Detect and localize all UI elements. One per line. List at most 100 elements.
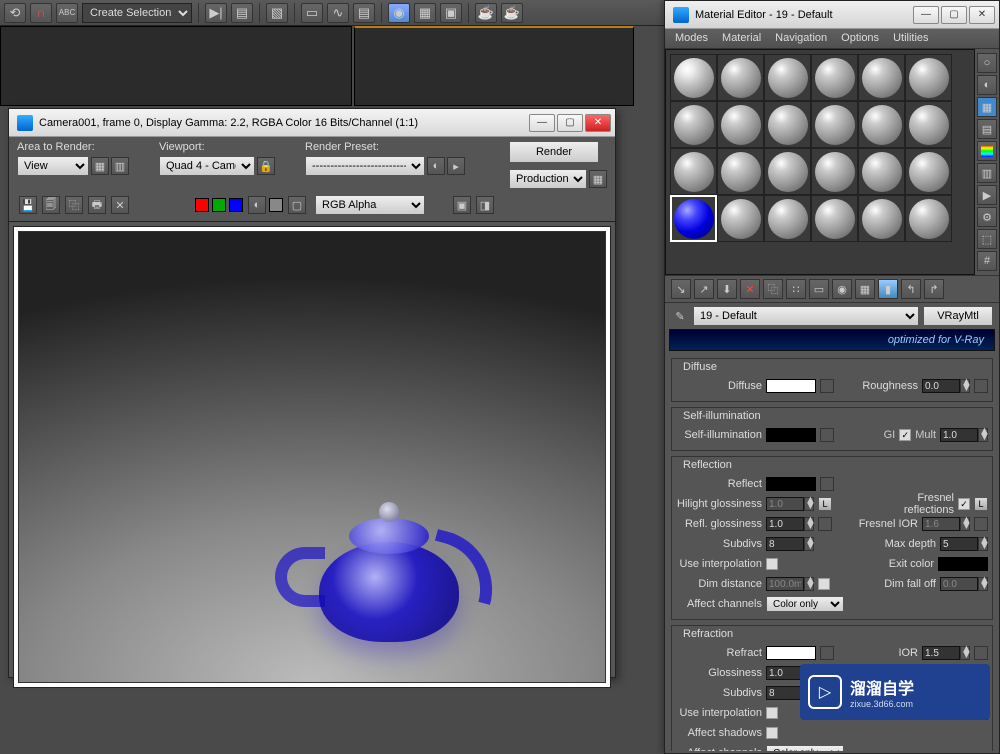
teapot-icon[interactable]: ☕ [501,3,523,23]
options-icon[interactable]: ⚙ [977,207,997,227]
material-type-button[interactable]: VRayMtl [923,306,993,326]
fresnelior-map-btn[interactable] [974,517,988,531]
close-button[interactable]: ✕ [585,114,611,132]
refl-affect-dropdown[interactable]: Color only [766,596,844,612]
swatch-selected[interactable] [670,195,717,242]
maximize-button[interactable]: ▢ [557,114,583,132]
preset-dropdown[interactable]: ----------------------------- [305,156,425,176]
swatch[interactable] [764,195,811,242]
reset-icon[interactable]: ✕ [740,279,760,299]
refr-interp-checkbox[interactable] [766,707,778,719]
viewport-top-right[interactable] [354,26,634,106]
delete-icon[interactable]: ✕ [111,196,129,214]
print-icon[interactable]: 🖶 [88,196,106,214]
refract-map-btn[interactable] [820,646,834,660]
layers-icon[interactable]: ▧ [266,3,288,23]
roughness-map-btn[interactable] [974,379,988,393]
selection-set-dropdown[interactable]: Create Selection Set [82,3,192,23]
maximize-button[interactable]: ▢ [941,6,967,24]
mult-spinner[interactable]: ▲▼ [940,428,988,442]
refr-affect-dropdown[interactable]: Color only [766,745,844,751]
fresnelior-spinner[interactable]: ▲▼ [922,517,970,531]
swatch[interactable] [764,148,811,195]
menu-modes[interactable]: Modes [675,32,708,45]
graph-icon[interactable]: ∿ [327,3,349,23]
rgloss-spinner[interactable]: ▲▼ [766,517,814,531]
channel-dropdown[interactable]: RGB Alpha [315,195,425,215]
viewport-dropdown[interactable]: Quad 4 - Camera0 [159,156,255,176]
select-by-mat-icon[interactable]: ⬚ [977,229,997,249]
save-icon[interactable]: 💾 [19,196,37,214]
video-check-icon[interactable]: ▥ [977,163,997,183]
swatch[interactable] [858,101,905,148]
curve-editor-icon[interactable]: ▭ [301,3,323,23]
affect-shadows-checkbox[interactable] [766,727,778,739]
mono-channel[interactable] [269,198,283,212]
mat-id-icon[interactable]: # [977,251,997,271]
diffuse-map-btn[interactable] [820,379,834,393]
abc-icon[interactable]: ABC [56,3,78,23]
swatch[interactable] [811,195,858,242]
swatch[interactable] [717,195,764,242]
gi-checkbox[interactable]: ✓ [899,429,911,441]
production-dropdown[interactable]: Production [509,169,587,189]
swatch[interactable] [905,101,952,148]
viewport-top-left[interactable] [0,26,352,106]
preset-btn2[interactable]: ▸ [447,157,465,175]
mat-titlebar[interactable]: Material Editor - 19 - Default — ▢ ✕ [665,1,999,29]
menu-utilities[interactable]: Utilities [893,32,928,45]
eyedropper-icon[interactable]: ✎ [671,307,689,325]
refl-maxdepth-spinner[interactable]: ▲▼ [940,537,988,551]
material-editor-icon[interactable]: ◉ [388,3,410,23]
swatch[interactable] [764,101,811,148]
green-channel[interactable] [212,198,226,212]
dimfall-spinner[interactable]: ▲▼ [940,577,988,591]
swatch[interactable] [858,54,905,101]
show-end-icon[interactable]: ▮ [878,279,898,299]
red-channel[interactable] [195,198,209,212]
fresnel-lock[interactable]: L [974,497,988,511]
overlay-icon[interactable]: ▣ [453,196,471,214]
swatch[interactable] [905,148,952,195]
render-button[interactable]: Render [509,141,599,163]
rgloss-map-btn[interactable] [818,517,832,531]
alpha-channel-icon[interactable]: ◐ [248,196,266,214]
swatch[interactable] [764,54,811,101]
put-to-scene-icon[interactable]: ↗ [694,279,714,299]
reflect-map-btn[interactable] [820,477,834,491]
swatch[interactable] [670,54,717,101]
swatch[interactable] [717,101,764,148]
menu-options[interactable]: Options [841,32,879,45]
clear-icon[interactable]: ▢ [288,196,306,214]
render-setup-icon[interactable]: ▦ [414,3,436,23]
menu-navigation[interactable]: Navigation [775,32,827,45]
hgloss-spinner[interactable]: ▲▼ [766,497,814,511]
material-name-dropdown[interactable]: 19 - Default [693,306,919,326]
swatch[interactable] [811,101,858,148]
area-dropdown[interactable]: View [17,156,89,176]
swatch[interactable] [670,148,717,195]
diffuse-color[interactable] [766,379,816,393]
render-titlebar[interactable]: Camera001, frame 0, Display Gamma: 2.2, … [9,109,615,137]
link-icon[interactable]: ⟲ [4,3,26,23]
minimize-button[interactable]: — [529,114,555,132]
make-copy-icon[interactable]: ⿻ [763,279,783,299]
swatch[interactable] [717,148,764,195]
ior-spinner[interactable]: ▲▼ [922,646,970,660]
close-button[interactable]: ✕ [969,6,995,24]
menu-material[interactable]: Material [722,32,761,45]
swatch[interactable] [811,148,858,195]
schematic-icon[interactable]: ▤ [353,3,375,23]
preset-btn1[interactable]: ◐ [427,157,445,175]
swatch[interactable] [811,54,858,101]
mirror-icon[interactable]: ▶| [205,3,227,23]
fresnel-checkbox[interactable]: ✓ [958,498,970,510]
go-sibling-icon[interactable]: ↱ [924,279,944,299]
go-parent-icon[interactable]: ↰ [901,279,921,299]
mat-effects-icon[interactable]: ◉ [832,279,852,299]
split-icon[interactable]: ◨ [476,196,494,214]
backlight-icon[interactable]: ◐ [977,75,997,95]
copy-icon[interactable]: 🗐 [42,196,60,214]
selfillum-color[interactable] [766,428,816,442]
render-frame-icon[interactable]: ▣ [440,3,462,23]
